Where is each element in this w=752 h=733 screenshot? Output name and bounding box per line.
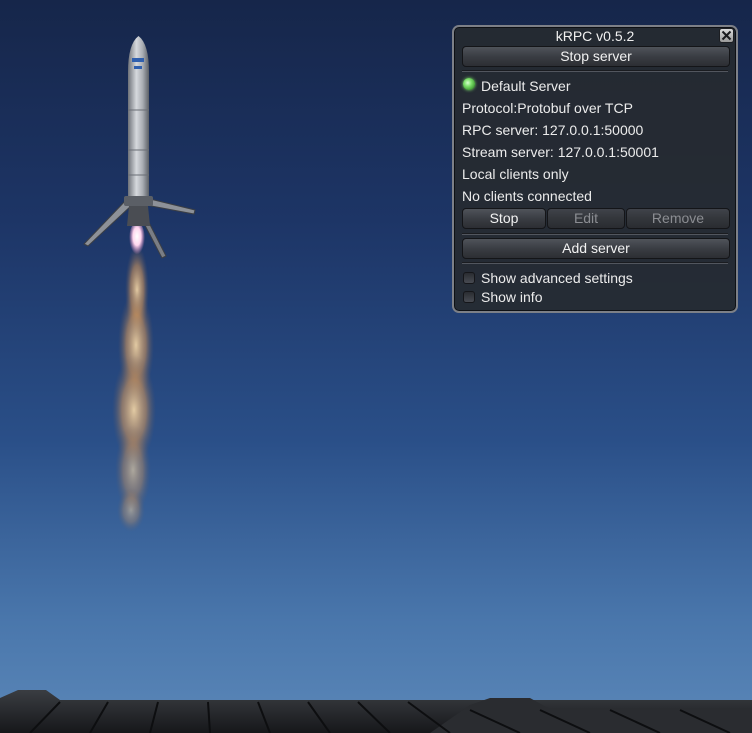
stream-server-text: Stream server: 127.0.0.1:50001 — [462, 144, 659, 160]
clients-status-text: No clients connected — [462, 188, 592, 204]
remove-button[interactable]: Remove — [626, 208, 730, 229]
exhaust-plume — [112, 222, 156, 532]
divider — [462, 233, 728, 235]
divider — [462, 262, 728, 264]
rpc-server-text: RPC server: 127.0.0.1:50000 — [462, 122, 644, 138]
krpc-window: kRPC v0.5.2 Stop server Default Server P… — [452, 25, 738, 313]
window-title: kRPC v0.5.2 — [555, 28, 635, 44]
protocol-text: Protocol:Protobuf over TCP — [462, 100, 633, 116]
divider — [462, 70, 728, 72]
stop-button[interactable]: Stop — [462, 208, 546, 229]
stop-server-button[interactable]: Stop server — [462, 46, 730, 67]
show-advanced-settings-checkbox[interactable] — [463, 272, 475, 284]
server-status-icon — [463, 78, 475, 90]
server-name: Default Server — [481, 78, 571, 94]
add-server-button[interactable]: Add server — [462, 238, 730, 259]
close-button[interactable] — [719, 28, 734, 43]
edit-button[interactable]: Edit — [547, 208, 625, 229]
clients-scope-text: Local clients only — [462, 166, 569, 182]
show-info-checkbox[interactable] — [463, 291, 475, 303]
rocket — [83, 36, 196, 259]
close-icon — [721, 30, 732, 41]
show-advanced-settings-label[interactable]: Show advanced settings — [481, 270, 633, 286]
launch-pad — [0, 690, 752, 733]
show-info-label[interactable]: Show info — [481, 289, 542, 305]
